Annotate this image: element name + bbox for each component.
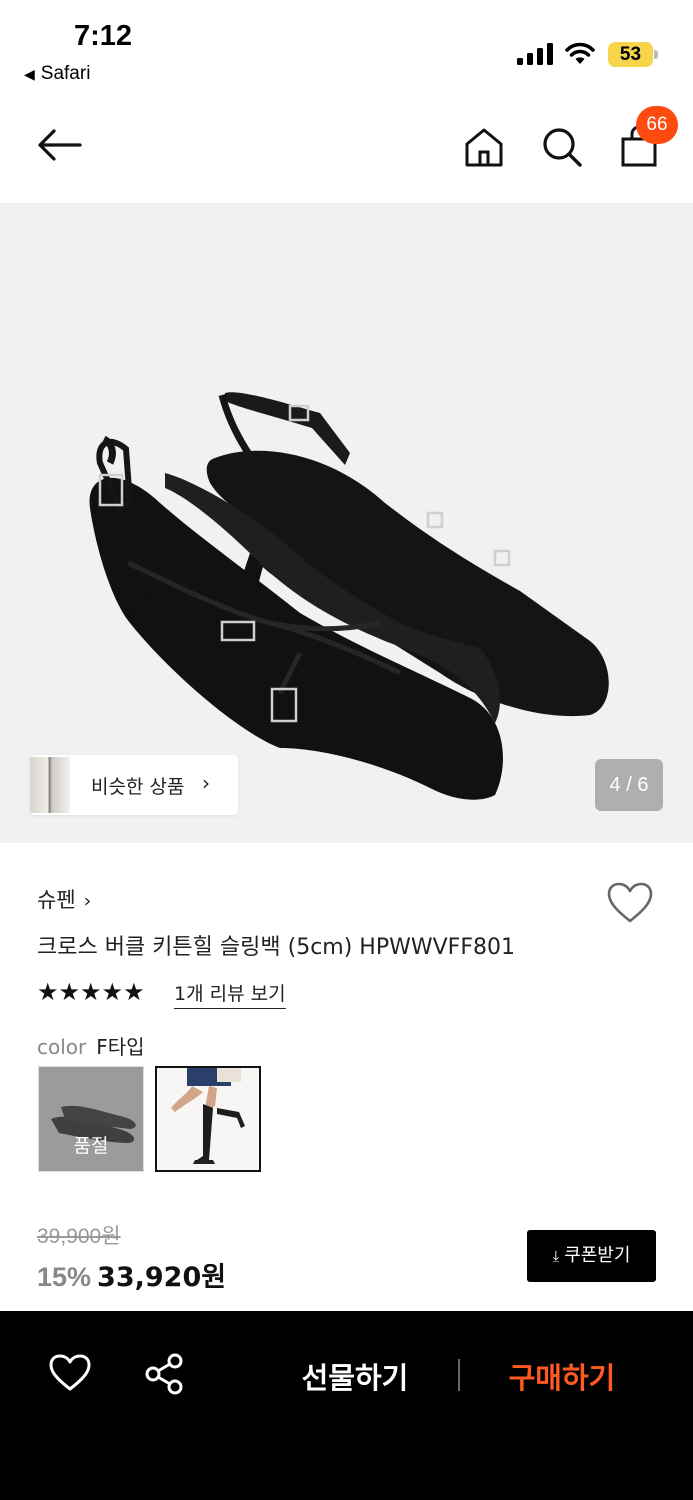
buy-button[interactable]: 구매하기 [487,1355,637,1397]
option-name: color [37,1035,87,1059]
home-icon[interactable] [462,125,506,169]
image-page-indicator: 4 / 6 [595,759,663,811]
option-swatch-soldout[interactable]: 품절 [38,1066,144,1172]
battery-level: 53 [608,42,653,67]
battery-indicator: 53 [608,42,658,67]
product-title: 크로스 버클 키튼힐 슬링백 (5cm) HPWWVFF801 [37,935,515,960]
product-photo-slingback-shoes [89,392,609,800]
price-row: 15% 33,920원 [37,1255,226,1294]
chevron-right-icon: › [83,890,92,912]
status-bar: 7:12 ◀ Safari 53 [0,0,693,95]
coupon-label: 쿠폰받기 [564,1245,631,1266]
swatch-model-thumbnail [157,1068,259,1170]
brand-link[interactable]: 슈펜 › [37,884,91,914]
battery-cap [654,50,658,59]
back-triangle-icon: ◀ [24,66,35,82]
product-image-gallery[interactable]: 비슷한 상품 › 4 / 6 [0,203,693,843]
similar-products-label: 비슷한 상품 [91,776,185,798]
back-to-app-link[interactable]: ◀ Safari [24,63,90,85]
option-selected-value: F타입 [96,1035,145,1059]
option-swatch-selected[interactable] [155,1066,261,1172]
download-icon: ⤓ [552,1247,560,1265]
star-rating-icons: ★★★★★ [37,978,145,1006]
brand-name: 슈펜 [37,888,76,912]
status-time: 7:12 [74,20,133,52]
sale-price: 33,920원 [97,1262,227,1293]
arrow-left-icon[interactable] [34,125,84,165]
similar-products-thumbnail [30,757,70,813]
search-icon[interactable] [540,125,584,169]
cart-count-badge: 66 [636,106,678,144]
soldout-label: 품절 [73,1135,109,1157]
heart-icon[interactable] [48,1353,92,1393]
option-row: color F타입 [37,1031,145,1060]
back-app-label: Safari [40,63,91,84]
share-icon[interactable] [144,1353,186,1395]
review-link[interactable]: 1개 리뷰 보기 [174,979,286,1009]
app-header [0,95,693,203]
discount-rate: 15% [37,1262,92,1292]
original-price: 39,900원 [37,1225,121,1248]
cellular-signal-icon [517,43,553,65]
similar-products-button[interactable]: 비슷한 상품 › [30,755,238,815]
wifi-icon [565,42,595,64]
bottom-action-bar: 선물하기 구매하기 [0,1311,693,1500]
gift-button[interactable]: 선물하기 [280,1355,430,1397]
chevron-right-icon: › [202,771,210,795]
coupon-download-button[interactable]: ⤓ 쿠폰받기 [527,1230,656,1282]
action-divider [458,1359,460,1391]
wishlist-heart-icon[interactable] [606,881,654,925]
